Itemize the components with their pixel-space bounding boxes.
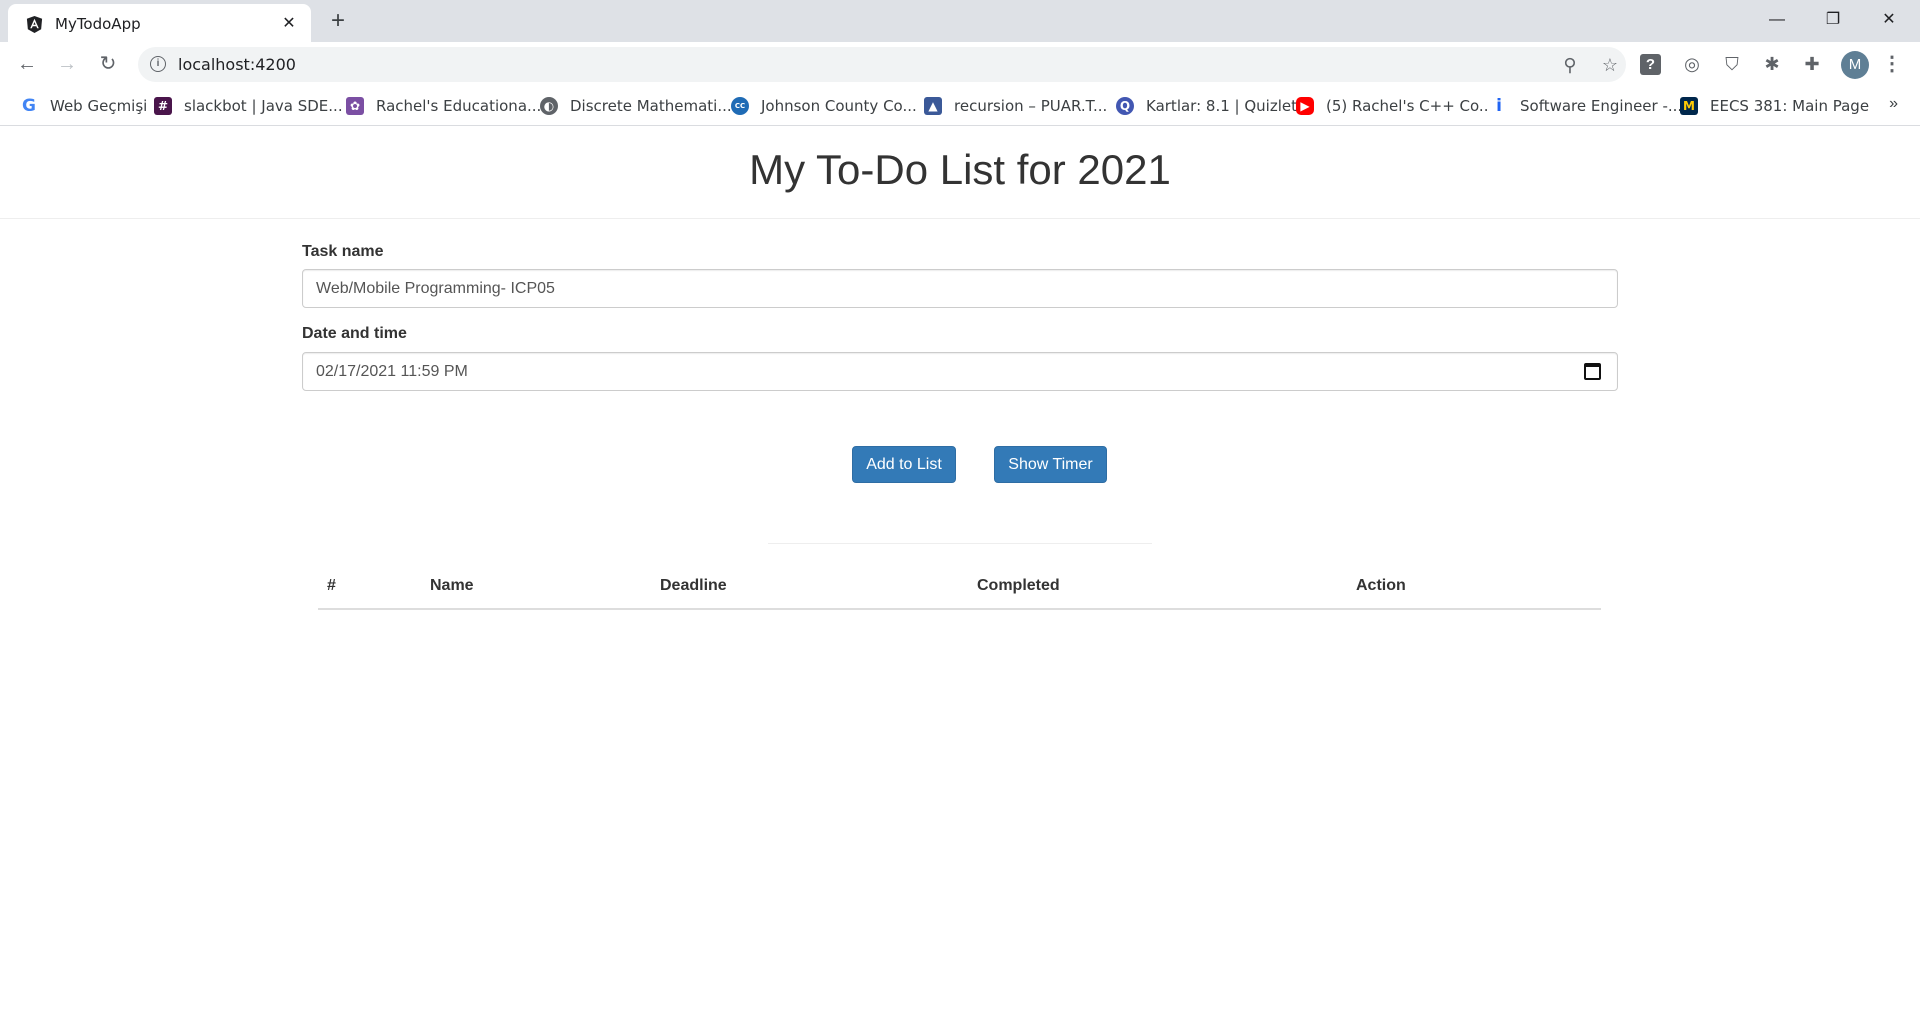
bookmark-item[interactable]: G Web Geçmişi bbox=[20, 95, 147, 117]
jccc-icon: CC bbox=[731, 97, 749, 115]
bookmark-star-icon[interactable]: ☆ bbox=[1599, 54, 1621, 76]
add-to-list-button[interactable]: Add to List bbox=[852, 446, 956, 483]
forward-arrow-icon[interactable]: → bbox=[53, 51, 81, 79]
back-arrow-icon[interactable]: ← bbox=[13, 51, 41, 79]
bookmark-item[interactable]: ▲ recursion – PUAR.T... bbox=[924, 95, 1107, 117]
bookmark-item[interactable]: # slackbot | Java SDE... bbox=[154, 95, 343, 117]
date-time-input[interactable]: 02/17/2021 11:59 PM bbox=[302, 352, 1618, 391]
bookmark-item[interactable]: ✿ Rachel's Educationa... bbox=[346, 95, 541, 117]
profile-avatar[interactable]: M bbox=[1841, 51, 1869, 79]
column-header-deadline: Deadline bbox=[660, 577, 727, 594]
column-header-number: # bbox=[327, 577, 336, 594]
bookmark-item[interactable]: i Software Engineer -... bbox=[1490, 95, 1682, 117]
circle-extension-icon[interactable]: ◎ bbox=[1680, 52, 1704, 76]
task-name-input[interactable]: Web/Mobile Programming- ICP05 bbox=[302, 269, 1618, 308]
date-time-value: 02/17/2021 11:59 PM bbox=[316, 363, 468, 380]
zoom-icon[interactable]: ⚲ bbox=[1559, 54, 1581, 76]
minimize-icon[interactable]: — bbox=[1754, 4, 1800, 36]
app-page: My To-Do List for 2021 Task name Web/Mob… bbox=[0, 127, 1920, 1030]
browser-tab-strip: MyTodoApp ✕ + — ❐ ✕ bbox=[0, 0, 1920, 42]
close-window-icon[interactable]: ✕ bbox=[1866, 4, 1912, 36]
tab-title: MyTodoApp bbox=[55, 15, 141, 33]
puzzle-logo-icon: ✿ bbox=[346, 97, 364, 115]
bookmark-label: Rachel's Educationa... bbox=[376, 97, 542, 115]
bookmark-item[interactable]: Q Kartlar: 8.1 | Quizlet bbox=[1116, 95, 1297, 117]
section-divider bbox=[768, 543, 1152, 544]
bookmark-item[interactable]: ◐ Discrete Mathemati... bbox=[540, 95, 732, 117]
site-info-icon[interactable]: i bbox=[150, 56, 166, 72]
extensions-puzzle-icon[interactable]: ✚ bbox=[1800, 52, 1824, 76]
tab-close-icon[interactable]: ✕ bbox=[279, 14, 299, 34]
help-extension-icon[interactable]: ? bbox=[1640, 54, 1661, 75]
address-bar[interactable]: i localhost:4200 ⚲ ☆ bbox=[138, 47, 1626, 82]
angular-icon bbox=[26, 15, 43, 34]
bookmark-label: Johnson County Co... bbox=[761, 97, 917, 115]
restore-icon[interactable]: ❐ bbox=[1810, 4, 1856, 36]
column-header-name: Name bbox=[430, 577, 474, 594]
task-name-value: Web/Mobile Programming- ICP05 bbox=[316, 280, 555, 297]
column-header-completed: Completed bbox=[977, 577, 1060, 594]
title-divider bbox=[0, 218, 1920, 219]
umich-icon: M bbox=[1680, 97, 1698, 115]
page-title: My To-Do List for 2021 bbox=[749, 146, 1171, 193]
bookmark-label: recursion – PUAR.T... bbox=[954, 97, 1108, 115]
menu-kebab-icon[interactable]: ⋮ bbox=[1880, 52, 1904, 76]
bookmark-item[interactable]: ▶ (5) Rachel's C++ Co... bbox=[1296, 95, 1493, 117]
reload-icon[interactable]: ↻ bbox=[94, 51, 122, 79]
bug-extension-icon[interactable]: ✱ bbox=[1760, 52, 1784, 76]
browser-toolbar: ← → ↻ i localhost:4200 ⚲ ☆ ? ◎ ⛉ ✱ ✚ M ⋮ bbox=[0, 42, 1920, 87]
date-time-label: Date and time bbox=[302, 325, 407, 342]
globe-icon: ◐ bbox=[540, 97, 558, 115]
task-name-label: Task name bbox=[302, 243, 384, 260]
bookmark-label: slackbot | Java SDE... bbox=[184, 97, 343, 115]
youtube-icon: ▶ bbox=[1296, 97, 1314, 115]
bookmark-label: (5) Rachel's C++ Co... bbox=[1326, 97, 1494, 115]
bookmark-item[interactable]: CC Johnson County Co... bbox=[731, 95, 917, 117]
bookmark-label: Web Geçmişi bbox=[50, 97, 148, 115]
bookmark-label: Kartlar: 8.1 | Quizlet bbox=[1146, 97, 1297, 115]
show-timer-button[interactable]: Show Timer bbox=[994, 446, 1107, 483]
bird-icon: ▲ bbox=[924, 97, 942, 115]
shield-extension-icon[interactable]: ⛉ bbox=[1720, 52, 1744, 76]
bookmark-label: EECS 381: Main Page bbox=[1710, 97, 1870, 115]
indeed-icon: i bbox=[1490, 97, 1508, 115]
url-text[interactable]: localhost:4200 bbox=[178, 55, 296, 74]
bookmarks-overflow-icon[interactable]: » bbox=[1889, 95, 1898, 113]
google-icon: G bbox=[20, 97, 38, 115]
quizlet-icon: Q bbox=[1116, 97, 1134, 115]
new-tab-button[interactable]: + bbox=[325, 9, 351, 35]
bookmark-label: Software Engineer -... bbox=[1520, 97, 1683, 115]
column-header-action: Action bbox=[1356, 577, 1406, 594]
bookmark-label: Discrete Mathemati... bbox=[570, 97, 732, 115]
table-header-border bbox=[318, 608, 1601, 610]
bookmark-item[interactable]: M EECS 381: Main Page bbox=[1680, 95, 1869, 117]
slack-icon: # bbox=[154, 97, 172, 115]
browser-tab[interactable]: MyTodoApp ✕ bbox=[8, 4, 311, 42]
calendar-icon[interactable] bbox=[1584, 363, 1601, 380]
bookmarks-bar: G Web Geçmişi # slackbot | Java SDE... ✿… bbox=[0, 87, 1920, 126]
